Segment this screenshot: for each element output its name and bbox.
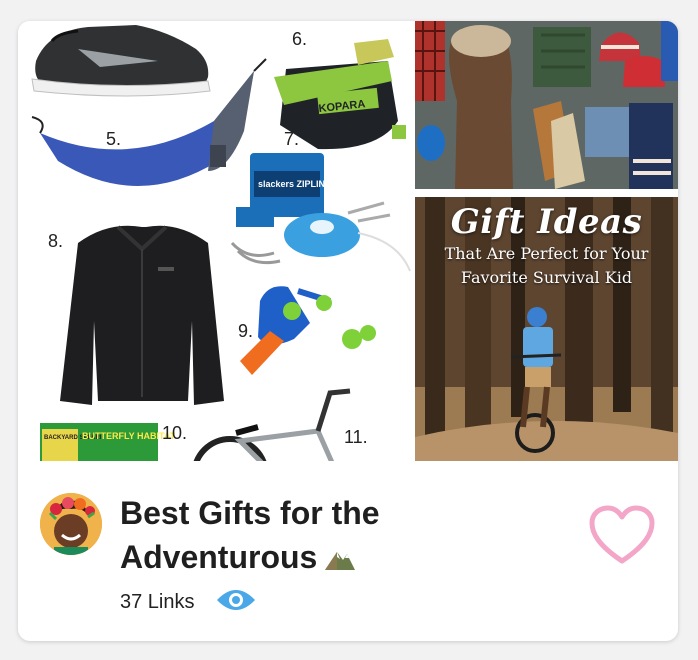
avatar[interactable] xyxy=(40,493,102,555)
winter-clothes-image xyxy=(415,21,678,189)
zipline-box-text: slackers ZIPLINE xyxy=(258,179,331,189)
cover-collage[interactable]: 5. KOPARA 6. slackers ZIPLINE 7. 8. 9. B… xyxy=(18,21,678,461)
title-line-2: Adventurous xyxy=(120,535,560,583)
item-label-7: 7. xyxy=(284,129,299,149)
links-count: 37 Links xyxy=(120,590,195,613)
sneaker-image xyxy=(31,25,211,97)
title-line-1: Best Gifts for the xyxy=(120,495,380,531)
item-label-6: 6. xyxy=(292,29,307,49)
item-label-10: 10. xyxy=(162,423,187,443)
sling-toy-image xyxy=(240,286,376,375)
overlay-subtitle-line2: Favorite Survival Kid xyxy=(460,268,633,287)
collection-title[interactable]: Best Gifts for the Adventurous xyxy=(120,491,560,583)
card-footer: Best Gifts for the Adventurous 37 Links xyxy=(18,461,678,641)
mountain-icon xyxy=(323,539,357,583)
item-label-11: 11. xyxy=(344,427,368,447)
overlay-title: Gift Ideas xyxy=(450,202,643,242)
product-collage-image: 5. KOPARA 6. slackers ZIPLINE 7. 8. 9. B… xyxy=(18,21,411,461)
eye-icon[interactable] xyxy=(215,586,257,619)
collection-meta: 37 Links xyxy=(120,587,257,617)
item-label-9: 9. xyxy=(238,321,253,341)
overlay-subtitle-line1: That Are Perfect for Your xyxy=(444,244,649,263)
zipline-kit-image: slackers ZIPLINE xyxy=(230,153,411,272)
favorite-heart-icon[interactable] xyxy=(588,505,656,567)
butterfly-habitat-image: BACKYARD SAFARI BUTTERFLY HABITAT xyxy=(40,423,176,461)
item-label-5: 5. xyxy=(106,129,121,149)
fleece-jacket-image xyxy=(60,225,224,405)
title-line-2-text: Adventurous xyxy=(120,539,318,575)
collection-card[interactable]: 5. KOPARA 6. slackers ZIPLINE 7. 8. 9. B… xyxy=(18,21,678,641)
kid-biking-forest-image: Gift Ideas That Are Perfect for Your Fav… xyxy=(415,197,678,461)
item-label-8: 8. xyxy=(48,231,63,251)
